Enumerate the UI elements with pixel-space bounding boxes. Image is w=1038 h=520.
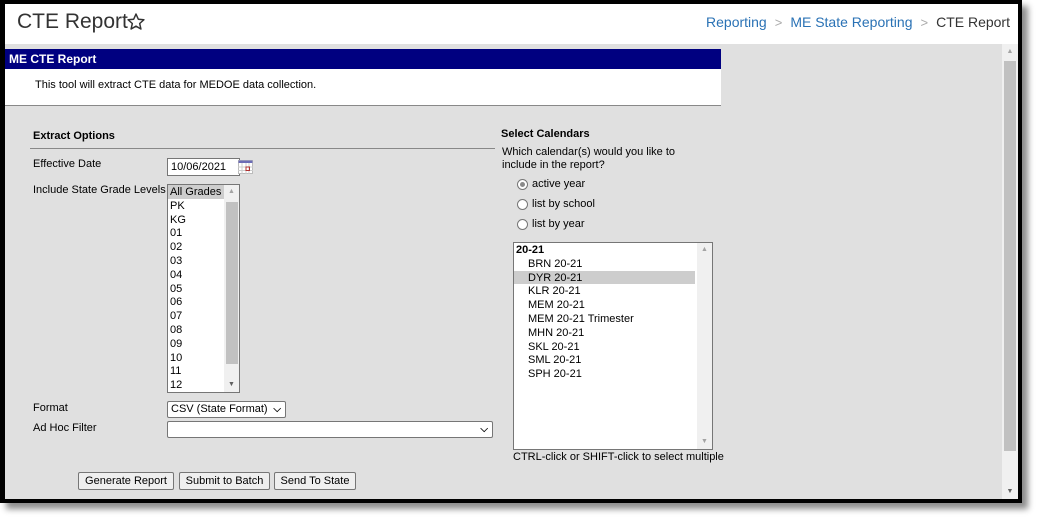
section-divider — [30, 148, 495, 149]
calendar-option[interactable]: MHN 20-21 — [514, 326, 695, 340]
adhoc-filter-select[interactable]: ⌵ — [167, 421, 493, 438]
select-calendars-title: Select Calendars — [501, 128, 590, 140]
calendar-option[interactable]: SML 20-21 — [514, 353, 695, 367]
top-bar: CTE Report Reporting > ME State Reportin… — [5, 4, 1018, 44]
grade-level-option[interactable]: 11 — [168, 364, 224, 378]
calendar-option[interactable]: KLR 20-21 — [514, 284, 695, 298]
grade-level-option[interactable]: 07 — [168, 309, 224, 323]
format-select-value: CSV (State Format) — [171, 403, 268, 415]
grade-level-option[interactable]: 03 — [168, 254, 224, 268]
grade-level-option[interactable]: 09 — [168, 337, 224, 351]
scroll-down-icon[interactable]: ▼ — [224, 378, 239, 392]
grade-level-option[interactable]: PK — [168, 199, 224, 213]
calendar-option[interactable]: SPH 20-21 — [514, 367, 695, 381]
scroll-thumb[interactable] — [1004, 61, 1016, 451]
report-header-title: ME CTE Report — [5, 49, 721, 69]
page-title: CTE Report — [17, 10, 128, 33]
grade-level-option[interactable]: KG — [168, 213, 224, 227]
page-scrollbar[interactable]: ▲ ▼ — [1002, 44, 1018, 499]
breadcrumb-reporting[interactable]: Reporting — [706, 14, 767, 30]
scroll-down-icon[interactable]: ▼ — [697, 435, 712, 449]
radio-button[interactable] — [517, 198, 528, 210]
breadcrumb-current: CTE Report — [936, 14, 1010, 30]
effective-date-input[interactable]: 10/06/2021 — [167, 158, 240, 176]
format-select[interactable]: CSV (State Format) ⌵ — [167, 401, 286, 418]
calendar-option[interactable]: MEM 20-21 Trimester — [514, 312, 695, 326]
adhoc-filter-label: Ad Hoc Filter — [33, 422, 97, 434]
radio-label: active year — [532, 178, 586, 190]
scroll-down-icon[interactable]: ▼ — [1002, 485, 1018, 499]
report-header-panel: ME CTE Report This tool will extract CTE… — [5, 49, 721, 106]
generate-report-button[interactable]: Generate Report — [78, 472, 174, 490]
calendar-option[interactable]: SKL 20-21 — [514, 340, 695, 354]
scroll-up-icon[interactable]: ▲ — [224, 185, 239, 199]
calendar-group: 20-21 — [516, 244, 545, 256]
app-window: CTE Report Reporting > ME State Reportin… — [0, 0, 1022, 503]
chevron-down-icon: ⌵ — [480, 424, 488, 435]
radio-label: list by year — [532, 218, 585, 230]
radio-button-checked[interactable] — [517, 178, 528, 190]
grade-levels-listbox[interactable]: All Grades PK KG 01 02 03 04 05 06 07 08 09 10 11 12 ▲… — [167, 184, 240, 393]
calendars-question: Which calendar(s) would you like to incl… — [502, 146, 676, 171]
star-outline-icon[interactable] — [126, 12, 146, 32]
breadcrumb-me-state-reporting[interactable]: ME State Reporting — [790, 14, 912, 30]
grade-level-option[interactable]: 02 — [168, 240, 224, 254]
grade-levels-label: Include State Grade Levels — [33, 184, 166, 196]
grade-level-option[interactable]: 08 — [168, 323, 224, 337]
scroll-up-icon[interactable]: ▲ — [697, 243, 712, 257]
effective-date-label: Effective Date — [33, 158, 102, 170]
content-area: ME CTE Report This tool will extract CTE… — [5, 44, 1002, 499]
send-to-state-button[interactable]: Send To State — [274, 472, 356, 490]
extract-options-title: Extract Options — [33, 130, 115, 142]
grade-level-option[interactable]: 12 — [168, 378, 224, 392]
calendar-option[interactable]: DYR 20-21 — [514, 270, 695, 285]
grade-levels-scrollbar[interactable]: ▲ ▼ — [224, 185, 239, 392]
breadcrumb-separator-icon: > — [920, 14, 929, 30]
radio-active-year[interactable]: active year — [517, 178, 585, 190]
radio-button[interactable] — [517, 218, 528, 230]
calendar-icon[interactable] — [238, 160, 253, 174]
calendars-scrollbar[interactable]: ▲ ▼ — [697, 243, 712, 449]
grade-level-option[interactable]: 01 — [168, 226, 224, 240]
calendar-option[interactable]: BRN 20-21 — [514, 257, 695, 271]
breadcrumb-separator-icon: > — [774, 14, 783, 30]
grade-level-option[interactable]: 04 — [168, 268, 224, 282]
radio-label: list by school — [532, 198, 595, 210]
breadcrumb: Reporting > ME State Reporting > CTE Rep… — [706, 14, 1010, 30]
submit-to-batch-button[interactable]: Submit to Batch — [179, 472, 270, 490]
radio-list-by-year[interactable]: list by year — [517, 218, 585, 230]
report-description: This tool will extract CTE data for MEDO… — [35, 79, 317, 91]
scroll-up-icon[interactable]: ▲ — [1002, 45, 1018, 59]
multi-select-hint: CTRL-click or SHIFT-click to select mult… — [513, 451, 724, 463]
scroll-thumb[interactable] — [226, 202, 238, 364]
grade-level-option[interactable]: 10 — [168, 351, 224, 365]
grade-level-option[interactable]: 06 — [168, 295, 224, 309]
grade-level-option[interactable]: 05 — [168, 282, 224, 296]
format-label: Format — [33, 402, 68, 414]
radio-list-by-school[interactable]: list by school — [517, 198, 595, 210]
grade-level-option[interactable]: All Grades — [168, 185, 224, 199]
calendar-option[interactable]: MEM 20-21 — [514, 298, 695, 312]
calendars-listbox[interactable]: 20-21 BRN 20-21 DYR 20-21 KLR 20-21 MEM 20-… — [513, 242, 713, 450]
chevron-down-icon: ⌵ — [273, 404, 281, 415]
